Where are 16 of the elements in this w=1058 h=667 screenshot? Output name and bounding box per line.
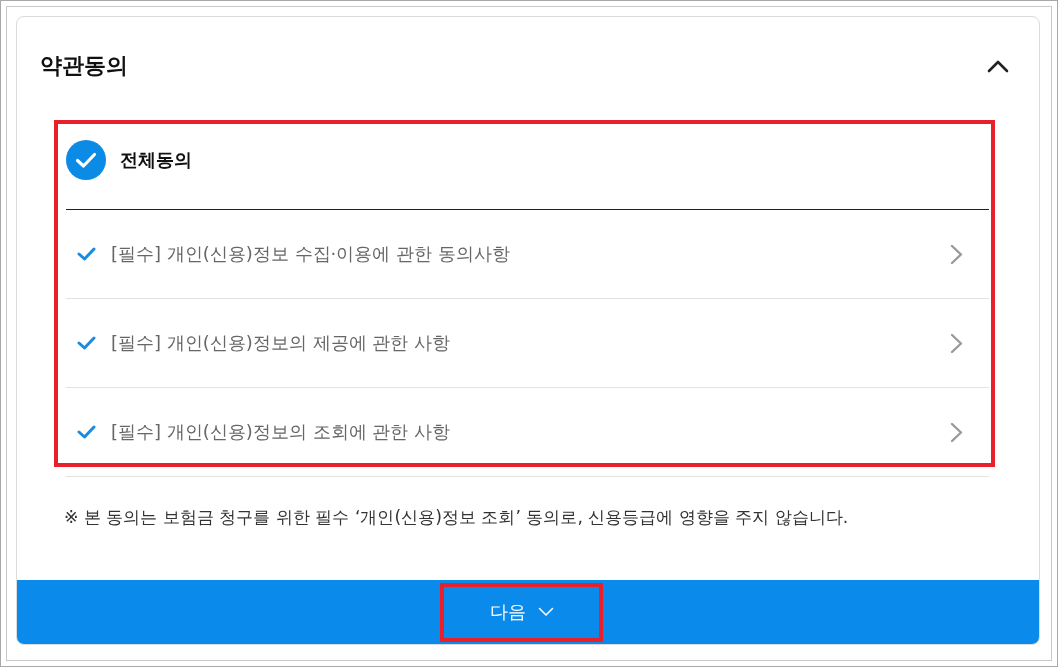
check-icon[interactable] [77, 336, 96, 350]
next-button[interactable]: 다음 [440, 582, 603, 642]
chevron-right-icon[interactable] [950, 421, 963, 443]
chevron-right-icon[interactable] [950, 243, 963, 265]
section-title: 약관동의 [40, 52, 128, 80]
term-label[interactable]: [필수] 개인(신용)정보의 조회에 관한 사항 [111, 420, 450, 444]
check-circle-icon[interactable] [66, 140, 106, 180]
collapse-caret-icon[interactable] [987, 59, 1009, 73]
notice-text: ※ 본 동의는 보험금 청구를 위한 필수 ‘개인(신용)정보 조회’ 동의로, 신용등급에 영향을 주지 않습니다. [64, 506, 849, 529]
caret-down-icon [537, 607, 554, 617]
chevron-right-icon[interactable] [950, 332, 963, 354]
term-label[interactable]: [필수] 개인(신용)정보 수집·이용에 관한 동의사항 [111, 242, 510, 266]
check-icon[interactable] [77, 247, 96, 261]
term-label[interactable]: [필수] 개인(신용)정보의 제공에 관한 사항 [111, 331, 450, 355]
check-icon[interactable] [77, 425, 96, 439]
agree-all-label[interactable]: 전체동의 [120, 140, 192, 180]
